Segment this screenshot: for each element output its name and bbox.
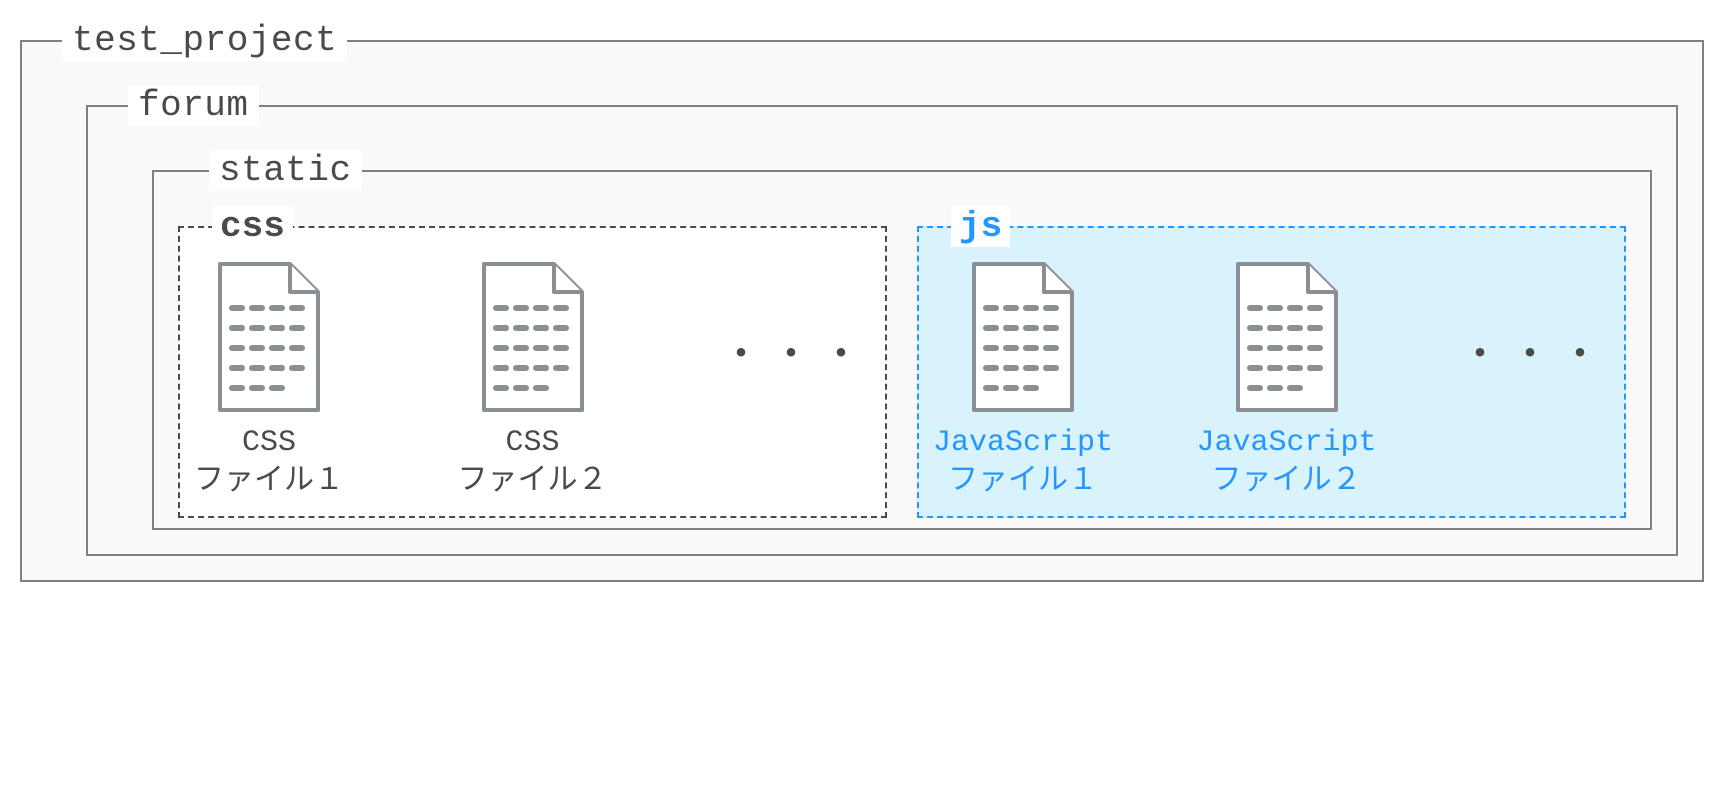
css-folder-label: css [212,206,293,247]
file-name-line1: JavaScript [933,426,1113,460]
js-folder-label: js [951,206,1010,247]
css-file-2: CSS ファイル２ [458,258,608,502]
file-icon [194,258,344,418]
js-file-1: JavaScript ファイル１ [933,258,1113,502]
file-icon [458,258,608,418]
file-name-line2: ファイル１ [194,465,344,499]
css-file-1: CSS ファイル１ [194,258,344,502]
file-name-line2: ファイル１ [948,465,1098,499]
forum-label: forum [128,85,259,126]
file-name-line2: ファイル２ [458,465,608,499]
file-name-line1: CSS [242,426,296,460]
forum-folder: forum static css CSS ファイル１ [86,105,1678,556]
static-folder: static css CSS ファイル１ [152,170,1652,530]
js-file-2: JavaScript ファイル２ [1197,258,1377,502]
project-label: test_project [62,20,347,61]
js-ellipsis: ・・・ [1460,321,1610,440]
css-ellipsis: ・・・ [721,321,871,440]
file-name-line1: CSS [505,426,559,460]
file-name-line2: ファイル２ [1212,465,1362,499]
static-label: static [209,150,362,191]
js-folder: js JavaScript ファイル１ [917,226,1626,518]
project-folder: test_project forum static css CSS [20,40,1704,582]
file-icon [1197,258,1377,418]
css-folder: css CSS ファイル１ [178,226,887,518]
file-name-line1: JavaScript [1197,426,1377,460]
file-icon [933,258,1113,418]
